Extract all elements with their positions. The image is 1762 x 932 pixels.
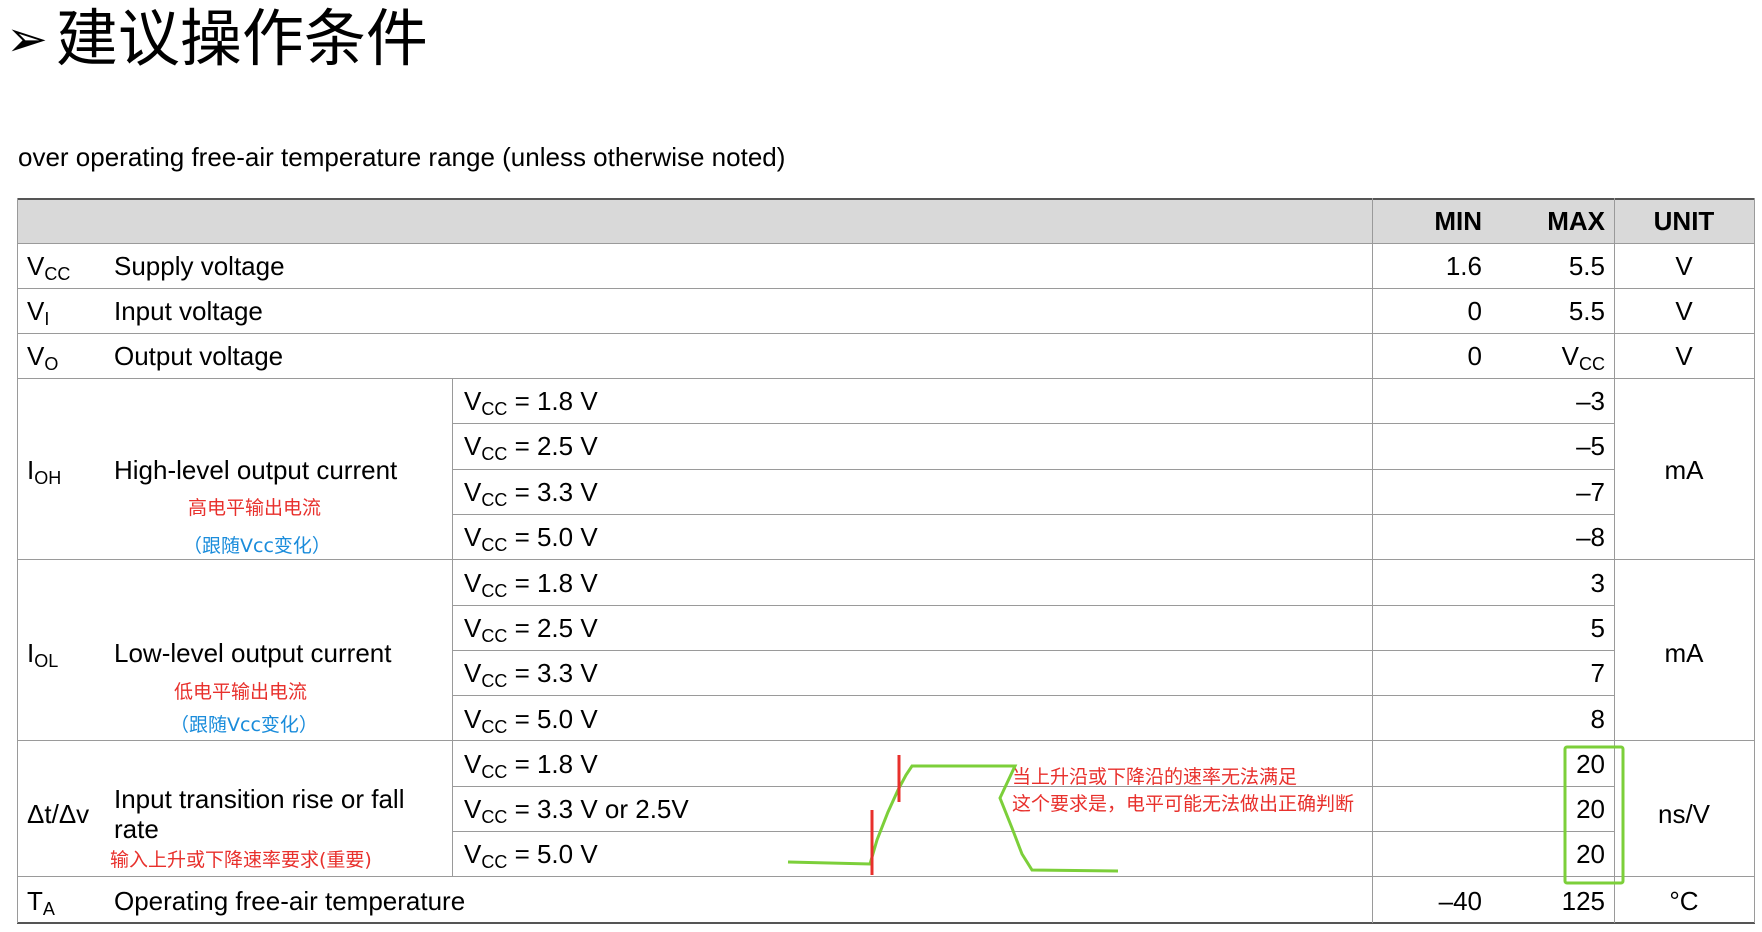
ioh-note-vcc: （跟随Vcc变化）	[183, 535, 331, 557]
iol-cond-1: VCC = 1.8 V	[464, 568, 598, 601]
ioh-cond-2: VCC = 2.5 V	[464, 431, 598, 464]
ioh-cond-4: VCC = 5.0 V	[464, 522, 598, 555]
iol-max-2: 5	[1590, 613, 1605, 643]
ta-min: –40	[1438, 886, 1482, 916]
ioh-parameter: High-level output current	[114, 455, 398, 485]
page-title: ➢ 建议操作条件	[6, 2, 428, 76]
arrow-bullet-icon: ➢	[6, 10, 48, 68]
iol-cond-2: VCC = 2.5 V	[464, 613, 598, 646]
ioh-max-4: –8	[1576, 522, 1605, 552]
dtdv-callout-line1: 当上升沿或下降沿的速率无法满足	[1012, 766, 1298, 788]
vcc-unit: V	[1675, 251, 1693, 281]
ioh-symbol: IOH	[27, 455, 62, 488]
dtdv-cond-2: VCC = 3.3 V or 2.5V	[464, 794, 689, 827]
vi-parameter: Input voltage	[114, 296, 263, 326]
header-min: MIN	[1434, 206, 1482, 236]
ioh-max-1: –3	[1576, 386, 1605, 416]
ta-symbol: TA	[27, 886, 55, 919]
header-max: MAX	[1547, 206, 1605, 236]
iol-parameter: Low-level output current	[114, 638, 392, 668]
ioh-cond-3: VCC = 3.3 V	[464, 477, 598, 510]
ioh-cond-1: VCC = 1.8 V	[464, 386, 598, 419]
ta-max: 125	[1561, 886, 1605, 916]
dtdv-max-1: 20	[1576, 749, 1605, 779]
vo-min: 0	[1467, 341, 1482, 371]
vo-unit: V	[1675, 341, 1693, 371]
dtdv-symbol: Δt/Δv	[27, 799, 90, 829]
dtdv-cond-1: VCC = 1.8 V	[464, 749, 598, 782]
ta-unit: °C	[1669, 886, 1699, 916]
vo-max: VCC	[1561, 341, 1605, 374]
ta-parameter: Operating free-air temperature	[114, 886, 466, 916]
vcc-symbol: VCC	[27, 251, 71, 284]
dtdv-note-cn: 输入上升或下降速率要求(重要)	[110, 849, 372, 871]
ioh-note-cn: 高电平输出电流	[188, 497, 322, 519]
ioh-max-2: –5	[1576, 431, 1605, 461]
dtdv-max-2: 20	[1576, 794, 1605, 824]
page-title-text: 建议操作条件	[55, 2, 428, 75]
vcc-min: 1.6	[1445, 251, 1482, 281]
vcc-parameter: Supply voltage	[114, 251, 285, 281]
vo-parameter: Output voltage	[114, 341, 284, 371]
dtdv-parameter-line1: Input transition rise or fall	[114, 784, 405, 814]
iol-max-4: 8	[1590, 704, 1605, 734]
iol-note-cn: 低电平输出电流	[174, 681, 308, 703]
iol-max-1: 3	[1590, 568, 1605, 598]
table-subtitle: over operating free-air temperature rang…	[18, 142, 786, 172]
dtdv-cond-3: VCC = 5.0 V	[464, 839, 598, 872]
iol-symbol: IOL	[27, 638, 59, 671]
iol-cond-3: VCC = 3.3 V	[464, 658, 598, 691]
iol-note-vcc: （跟随Vcc变化）	[170, 714, 318, 736]
vo-symbol: VO	[27, 341, 59, 374]
vi-unit: V	[1675, 296, 1693, 326]
iol-cond-4: VCC = 5.0 V	[464, 704, 598, 737]
header-unit: UNIT	[1653, 206, 1715, 236]
vi-max: 5.5	[1568, 296, 1605, 326]
vi-symbol: VI	[27, 296, 50, 329]
iol-unit: mA	[1664, 638, 1704, 668]
ioh-unit: mA	[1664, 455, 1704, 485]
iol-max-3: 7	[1590, 658, 1605, 688]
vi-min: 0	[1467, 296, 1482, 326]
dtdv-unit: ns/V	[1657, 799, 1711, 829]
dtdv-max-3: 20	[1576, 839, 1605, 869]
vcc-max: 5.5	[1568, 251, 1605, 281]
dtdv-callout-line2: 这个要求是，电平可能无法做出正确判断	[1012, 793, 1355, 815]
ioh-max-3: –7	[1576, 477, 1605, 507]
dtdv-parameter-line2: rate	[114, 814, 159, 844]
